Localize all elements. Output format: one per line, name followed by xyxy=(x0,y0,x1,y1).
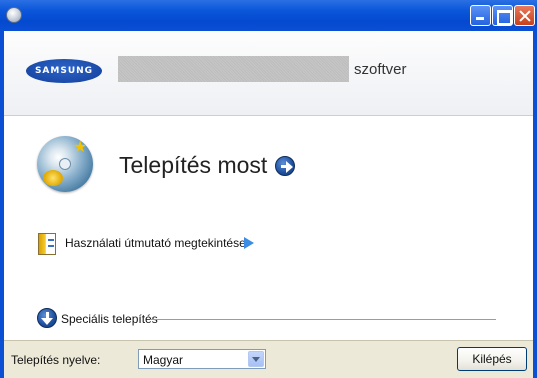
chevron-down-icon[interactable] xyxy=(248,351,264,367)
view-manual-link[interactable]: Használati útmutató megtekintése xyxy=(65,236,246,250)
install-cd-icon[interactable]: ★ xyxy=(37,136,93,192)
product-name-placeholder xyxy=(118,56,349,82)
maximize-button[interactable] xyxy=(492,5,513,26)
special-install-link[interactable]: Speciális telepítés xyxy=(61,312,158,326)
footer-bar: Telepítés nyelve: Magyar Kilépés xyxy=(4,340,533,378)
play-arrow-icon[interactable] xyxy=(244,237,254,249)
install-now-link[interactable]: Telepítés most xyxy=(119,152,267,179)
language-select-value: Magyar xyxy=(143,353,184,367)
language-label: Telepítés nyelve: xyxy=(11,353,101,367)
minimize-button[interactable] xyxy=(470,5,491,26)
header-banner: SAMSUNG szoftver xyxy=(4,31,533,116)
book-line xyxy=(48,239,54,241)
star-icon: ★ xyxy=(73,139,88,156)
manual-book-icon[interactable] xyxy=(38,233,56,255)
book-line xyxy=(48,245,54,247)
product-suffix: szoftver xyxy=(354,61,407,78)
gear-icon xyxy=(43,170,63,186)
go-arrow-icon[interactable] xyxy=(275,156,295,176)
window-frame-right xyxy=(533,31,537,378)
title-bar[interactable] xyxy=(0,0,537,31)
samsung-logo: SAMSUNG xyxy=(26,59,102,83)
exit-button[interactable]: Kilépés xyxy=(457,347,527,371)
language-select[interactable]: Magyar xyxy=(138,349,266,369)
section-divider xyxy=(150,319,496,320)
close-button[interactable] xyxy=(514,5,535,26)
cd-hole xyxy=(59,158,71,170)
expand-down-icon[interactable] xyxy=(37,308,57,328)
app-icon[interactable] xyxy=(6,7,22,23)
